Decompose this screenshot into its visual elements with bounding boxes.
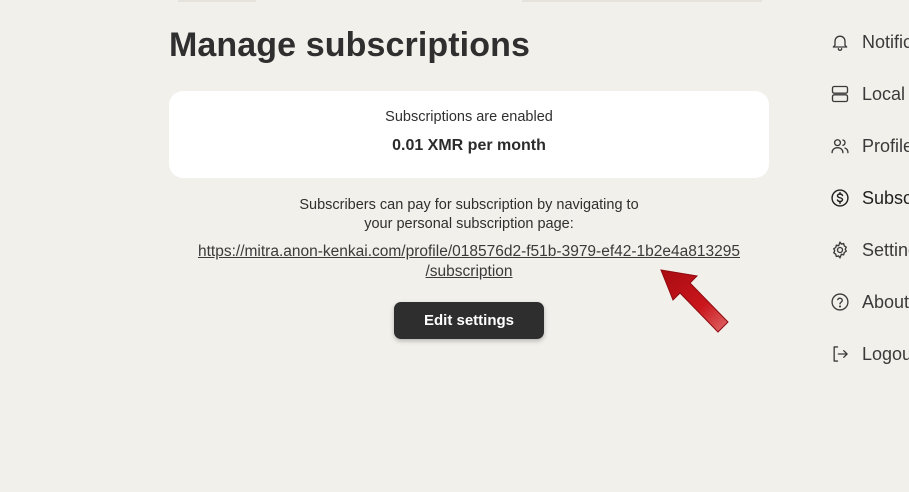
dollar-circle-icon [830, 188, 850, 208]
link-line-2[interactable]: /subscription [169, 262, 769, 282]
top-divider-left [178, 0, 256, 2]
subscription-status-text: Subscriptions are enabled [385, 109, 553, 125]
server-icon [830, 84, 850, 104]
sidebar-item-settings[interactable]: Settings [826, 230, 909, 270]
help-circle-icon [830, 292, 850, 312]
sidebar-item-logout[interactable]: Logout [826, 334, 909, 374]
users-icon [830, 136, 850, 156]
sidebar-item-label: Settings [862, 239, 909, 260]
edit-settings-button[interactable]: Edit settings [394, 302, 544, 339]
subscription-price: 0.01 XMR per month [392, 137, 546, 154]
sidebar-item-label: About [862, 291, 909, 312]
info-line-1: Subscribers can pay for subscription by … [299, 197, 639, 213]
subscription-page-link[interactable]: https://mitra.anon-kenkai.com/profile/01… [169, 242, 769, 281]
sidebar-item-label: Notifications [862, 31, 909, 52]
link-line-1[interactable]: https://mitra.anon-kenkai.com/profile/01… [169, 242, 769, 262]
sidebar-item-label: Subscriptions [862, 187, 909, 208]
logout-icon [830, 344, 850, 364]
sidebar-item-label: Profile directory [862, 135, 909, 156]
sidebar-item-label: Logout [862, 343, 909, 364]
sidebar-item-profile-directory[interactable]: Profile directory [826, 126, 909, 166]
bell-icon [830, 32, 850, 52]
sidebar-item-about[interactable]: About [826, 282, 909, 322]
sidebar-nav: Notifications Local Profile directory [826, 22, 909, 382]
sidebar-item-notifications[interactable]: Notifications [826, 22, 909, 62]
subscription-info-text: Subscribers can pay for subscription by … [169, 196, 769, 234]
sidebar-item-subscriptions[interactable]: Subscriptions [826, 178, 909, 218]
sidebar-item-local[interactable]: Local [826, 74, 909, 114]
page-title: Manage subscriptions [169, 26, 530, 64]
gear-icon [830, 240, 850, 260]
info-line-2: your personal subscription page: [364, 216, 574, 232]
sidebar-item-label: Local [862, 83, 906, 104]
top-divider-right [522, 0, 762, 2]
subscription-status-card: Subscriptions are enabled 0.01 XMR per m… [169, 91, 769, 178]
